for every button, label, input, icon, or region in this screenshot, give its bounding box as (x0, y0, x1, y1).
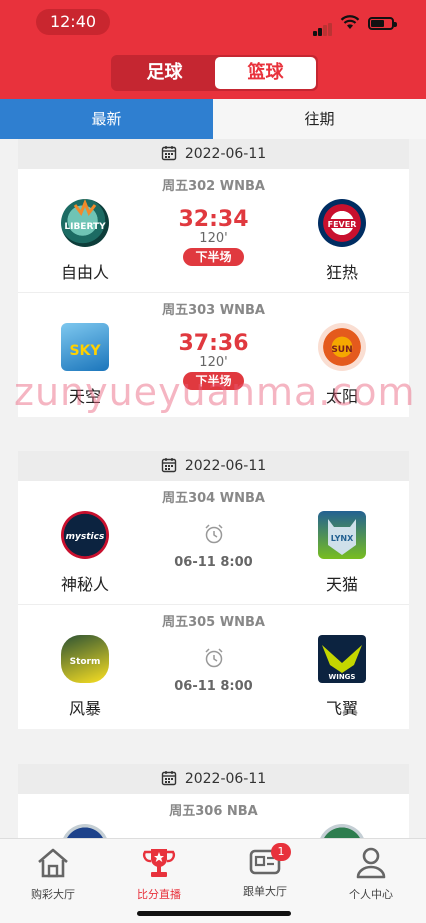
svg-text:FEVER: FEVER (328, 220, 357, 229)
match-minute: 120' (199, 355, 228, 370)
score: 32:34 (178, 207, 249, 232)
start-time: 06-11 8:00 (174, 555, 253, 570)
date-text: 2022-06-11 (184, 458, 267, 474)
tab-label: 个人中心 (349, 888, 393, 901)
league-label: 周五305 WNBA (162, 615, 265, 630)
status-time: 12:40 (36, 9, 110, 35)
match-card: 周五306 NBA (18, 794, 409, 838)
home-team: LIBERTY 自由人 (30, 199, 140, 283)
match-minute: 120' (199, 231, 228, 246)
tab-latest[interactable]: 最新 (0, 99, 213, 139)
away-team-name: 天猫 (325, 575, 358, 594)
tab-past[interactable]: 往期 (213, 99, 426, 139)
score: 37:36 (178, 331, 249, 356)
tab-label: 购彩大厅 (31, 888, 75, 901)
ticket-icon-wrap: 1 (247, 843, 291, 879)
wifi-icon (340, 15, 360, 29)
league-label: 周五302 WNBA (162, 179, 265, 194)
tab-football[interactable]: 足球 (114, 55, 215, 91)
calendar-icon (161, 458, 177, 473)
team-logo-icon (61, 824, 109, 838)
away-team: LYNX 天猫 (287, 511, 397, 595)
date-header: 2022-06-11 (18, 764, 409, 794)
trophy-icon (142, 849, 176, 877)
cellular-signal-icon (313, 17, 333, 36)
sport-switch: 足球 篮球 (111, 55, 318, 91)
home-team (30, 824, 140, 838)
home-team-name: 神秘人 (60, 575, 109, 594)
storm-logo-icon: Storm (61, 635, 109, 683)
home-team-name: 自由人 (60, 263, 109, 282)
tab-label: 比分直播 (137, 888, 181, 901)
sky-logo-icon: SKY (61, 323, 109, 371)
alarm-clock-icon (204, 648, 223, 668)
score-area: 32:34 120' 下半场 (148, 207, 279, 266)
wings-logo-icon: WINGS (318, 635, 366, 683)
league-label: 周五303 WNBA (162, 303, 265, 318)
tab-follow-hall[interactable]: 1 跟单大厅 (212, 843, 318, 899)
away-team (287, 824, 397, 838)
date-header: 2022-06-11 (18, 451, 409, 481)
away-team: FEVER 狂热 (287, 199, 397, 283)
svg-text:mystics: mystics (66, 532, 105, 542)
svg-text:WINGS: WINGS (329, 673, 356, 681)
home-indicator (137, 911, 291, 916)
lynx-logo-icon: LYNX (318, 511, 366, 559)
alarm-clock-icon (204, 524, 223, 544)
home-team: mystics 神秘人 (30, 511, 140, 595)
calendar-icon (161, 771, 177, 786)
date-text: 2022-06-11 (184, 146, 267, 162)
svg-text:LIBERTY: LIBERTY (64, 222, 106, 232)
match-row[interactable]: 周五305 WNBA Storm 风暴 06-11 8:00 WINGS 飞翼 (18, 605, 409, 729)
sun-logo-icon: SUN (318, 323, 366, 371)
mystics-logo-icon: mystics (61, 511, 109, 559)
start-time: 06-11 8:00 (174, 679, 253, 694)
calendar-icon (161, 146, 177, 161)
time-area: 06-11 8:00 (148, 643, 279, 694)
tab-score-live[interactable]: 比分直播 (106, 845, 212, 902)
tab-lottery-hall[interactable]: 购彩大厅 (0, 845, 106, 902)
away-team-name: 狂热 (325, 263, 358, 282)
fever-logo-icon: FEVER (318, 199, 366, 247)
date-header: 2022-06-11 (18, 139, 409, 169)
notification-badge: 1 (271, 843, 291, 861)
match-row[interactable]: 周五304 WNBA mystics 神秘人 06-11 8:00 LYNX 天… (18, 481, 409, 605)
away-team: WINGS 飞翼 (287, 635, 397, 719)
user-icon (356, 847, 386, 879)
home-team-name: 风暴 (68, 699, 101, 718)
home-icon (38, 848, 68, 878)
svg-text:Storm: Storm (70, 657, 101, 667)
league-label: 周五306 NBA (169, 804, 258, 819)
match-card: 周五304 WNBA mystics 神秘人 06-11 8:00 LYNX 天… (18, 481, 409, 729)
date-text: 2022-06-11 (184, 771, 267, 787)
match-row[interactable]: 周五306 NBA (18, 794, 409, 838)
tab-basketball[interactable]: 篮球 (215, 57, 316, 89)
battery-icon (368, 17, 397, 30)
tab-profile[interactable]: 个人中心 (318, 845, 424, 902)
league-label: 周五304 WNBA (162, 491, 265, 506)
time-area: 06-11 8:00 (148, 519, 279, 570)
match-row[interactable]: 周五302 WNBA LIBERTY 自由人 32:34 120' 下半场 FE… (18, 169, 409, 293)
liberty-logo-icon: LIBERTY (61, 199, 109, 247)
status-badge: 下半场 (183, 248, 244, 266)
away-team-name: 飞翼 (325, 699, 358, 718)
svg-text:SUN: SUN (331, 345, 352, 355)
tab-label: 跟单大厅 (243, 885, 287, 898)
svg-text:SKY: SKY (69, 343, 101, 359)
team-logo-icon (318, 824, 366, 838)
watermark: zunyueyuanma.com (14, 370, 416, 414)
svg-text:LYNX: LYNX (331, 534, 354, 543)
sub-tabs: 最新 往期 (0, 99, 426, 139)
home-team: Storm 风暴 (30, 635, 140, 719)
app-header: 12:40 足球 篮球 (0, 0, 426, 99)
